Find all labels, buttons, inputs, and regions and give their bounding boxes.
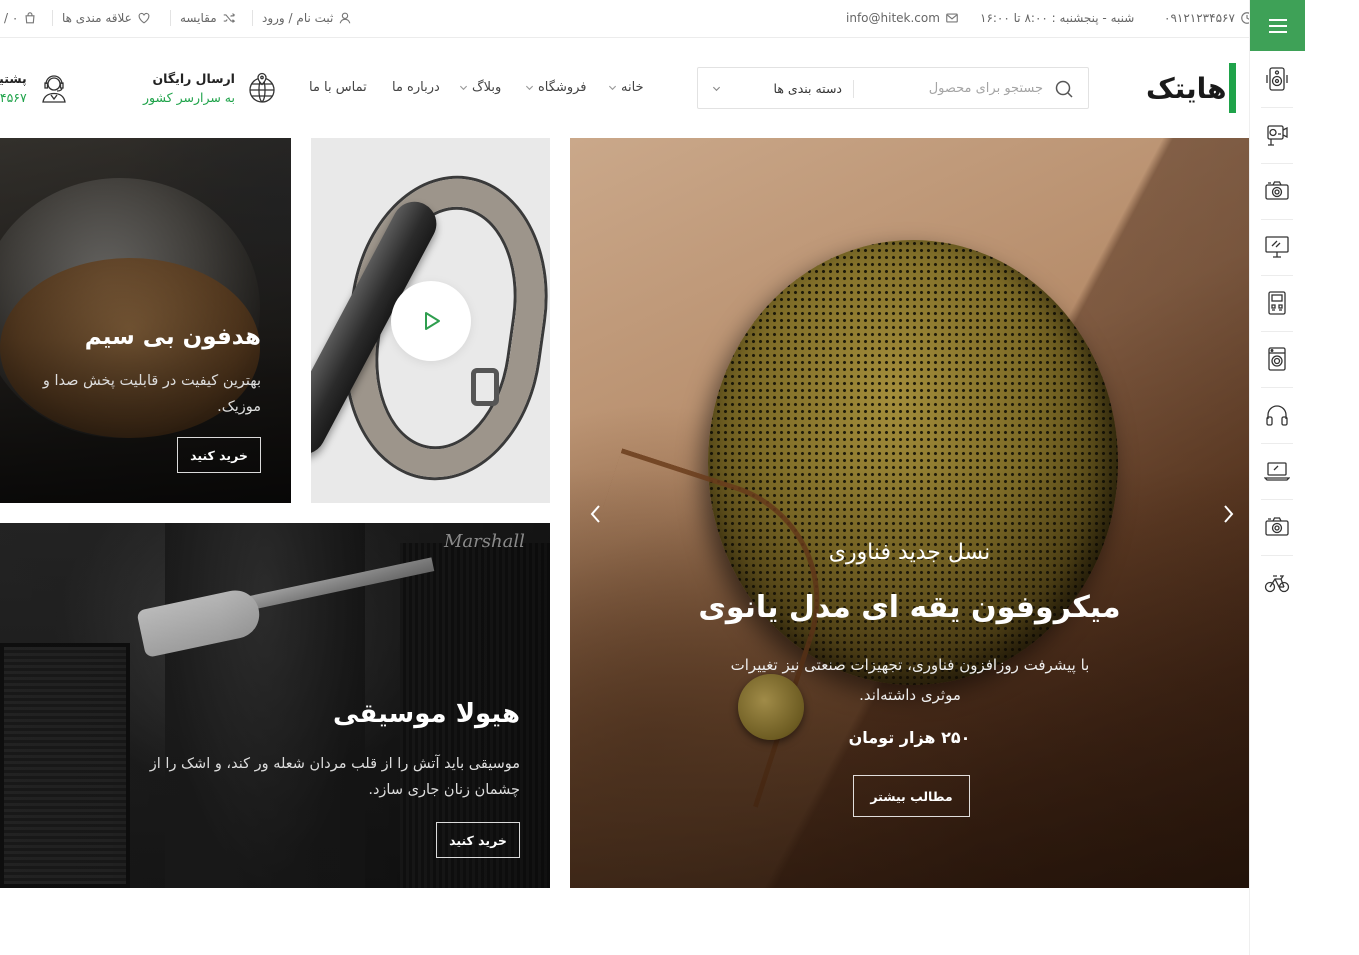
chevron-down-icon xyxy=(712,86,721,91)
banner-title: هیولا موسیقی xyxy=(333,699,520,729)
shopping-bag-icon xyxy=(25,11,35,23)
phone-info: ۰۹۱۲۱۲۳۴۵۶۷ xyxy=(1160,0,1254,35)
wishlist-label: علاقه مندی ها xyxy=(62,10,132,25)
cart-link[interactable]: ۰ / xyxy=(4,0,37,35)
topbar-divider xyxy=(52,10,53,26)
phone-number: ۰۹۱۲۱۲۳۴۵۶۷ xyxy=(1164,10,1235,25)
hero-price: ۲۵۰ هزار تومان xyxy=(848,728,971,747)
support-info: پشتیبانی ۲ ۰۲۱۲۳۴۵۶۷ xyxy=(0,66,71,110)
login-label: ثبت نام / ورود xyxy=(262,10,334,25)
camcorder-icon[interactable] xyxy=(1262,120,1292,150)
mail-icon xyxy=(946,12,958,23)
cart-count: ۰ / xyxy=(4,10,19,25)
login-link[interactable]: ثبت نام / ورود xyxy=(262,0,352,35)
topbar-divider xyxy=(252,10,253,26)
play-video-button[interactable] xyxy=(391,281,471,361)
chevron-down-icon xyxy=(608,85,617,90)
nav-item-shop[interactable]: فروشگاه xyxy=(525,76,587,98)
user-icon xyxy=(340,12,351,23)
top-bar: ۰۹۱۲۱۲۳۴۵۶۷ شنبه - پنجشنبه : ۸:۰۰ تا ۱۶:… xyxy=(0,0,1253,38)
hero-slider[interactable]: نسل جدید فناوری میکروفون یقه ای مدل یانو… xyxy=(570,138,1249,888)
bicycle-icon[interactable] xyxy=(1262,568,1292,598)
category-select[interactable]: دسته بندی ها xyxy=(712,68,842,108)
headphones-icon[interactable] xyxy=(1262,400,1292,430)
banner-description: موسیقی باید آتش را از قلب مردان شعله ور … xyxy=(149,756,520,798)
nav-item-contact[interactable]: تماس با ما xyxy=(309,76,367,98)
chevron-down-icon xyxy=(459,85,468,90)
shop-now-button[interactable]: خرید کنید xyxy=(177,437,261,473)
camera-icon[interactable] xyxy=(1262,512,1292,542)
sidebar-divider xyxy=(1261,387,1293,388)
category-select-label: دسته بندی ها xyxy=(773,80,842,96)
hero-subtitle: نسل جدید فناوری xyxy=(828,540,991,565)
radio-icon[interactable] xyxy=(1262,288,1292,318)
topbar-divider xyxy=(170,10,171,26)
watch-buckle-image xyxy=(471,368,499,406)
camera-icon[interactable] xyxy=(1262,176,1292,206)
search-icon[interactable] xyxy=(1054,79,1074,99)
sidebar-divider xyxy=(1261,443,1293,444)
hero-description: با پیشرفت روزافزون فناوری، تجهیزات صنعتی… xyxy=(730,656,1090,704)
banner-description: بهترین کیفیت در قابلیت پخش صدا و موزیک. xyxy=(42,373,261,415)
speaker-icon[interactable] xyxy=(1262,64,1292,94)
sidebar-divider xyxy=(1261,331,1293,332)
search-divider xyxy=(853,80,854,98)
globe-pin-icon xyxy=(249,72,275,103)
amp-brand-mark: Marshall xyxy=(444,531,525,552)
compare-link[interactable]: مقایسه xyxy=(180,0,236,35)
slider-next-button[interactable] xyxy=(1218,502,1238,526)
support-title: پشتیبانی ۲ xyxy=(0,71,27,86)
shuffle-icon xyxy=(223,12,235,23)
shop-now-button[interactable]: خرید کنید xyxy=(436,822,520,858)
banner-title: هدفون بی سیم xyxy=(84,324,261,350)
nav-item-about[interactable]: درباره ما xyxy=(392,76,440,98)
chevron-left-icon xyxy=(590,505,600,523)
search-input[interactable] xyxy=(853,76,1043,100)
hours-info: شنبه - پنجشنبه : ۸:۰۰ تا ۱۶:۰۰ xyxy=(980,0,1134,35)
washing-machine-icon[interactable] xyxy=(1262,344,1292,374)
nav-item-label: درباره ما xyxy=(392,79,440,95)
play-icon xyxy=(425,312,440,330)
support-phone: ۰۲۱۲۳۴۵۶۷ xyxy=(0,90,27,105)
shipping-subtitle: به سرارسر کشور xyxy=(143,90,235,105)
nav-item-label: تماس با ما xyxy=(309,79,367,95)
hamburger-menu-icon xyxy=(1268,18,1287,33)
nav-item-label: خانه xyxy=(621,79,644,95)
nav-item-home[interactable]: خانه xyxy=(608,76,644,98)
sidebar-divider xyxy=(1261,107,1293,108)
free-shipping-info: ارسال رایگان به سرارسر کشور xyxy=(143,66,279,110)
nav-item-label: فروشگاه xyxy=(538,79,587,95)
support-agent-icon xyxy=(41,75,66,103)
hero-title: میکروفون یقه ای مدل یانوی xyxy=(698,590,1121,625)
smartwatch-video-banner[interactable] xyxy=(311,138,550,503)
logo-text: هایتک xyxy=(1146,71,1228,105)
sidebar-divider xyxy=(1261,163,1293,164)
search-form: دسته بندی ها xyxy=(697,67,1089,109)
nav-item-blog[interactable]: وبلاگ xyxy=(459,76,501,98)
compare-label: مقایسه xyxy=(180,10,217,25)
working-hours: شنبه - پنجشنبه : ۸:۰۰ تا ۱۶:۰۰ xyxy=(980,10,1135,25)
sidebar-divider xyxy=(1261,555,1293,556)
sidebar-divider xyxy=(1261,275,1293,276)
menu-toggle-button[interactable] xyxy=(1250,0,1305,51)
slider-prev-button[interactable] xyxy=(586,502,606,526)
email-address: info@hitek.com xyxy=(846,10,940,25)
sidebar-divider xyxy=(1261,499,1293,500)
logo-accent-bar xyxy=(1228,63,1236,113)
site-logo[interactable]: هایتک xyxy=(1146,63,1236,113)
chevron-right-icon xyxy=(1224,505,1234,523)
email-info[interactable]: info@hitek.com xyxy=(846,0,959,35)
laptop-icon[interactable] xyxy=(1262,456,1292,486)
shipping-title: ارسال رایگان xyxy=(152,71,235,86)
sidebar-divider xyxy=(1261,219,1293,220)
category-sidebar xyxy=(1249,0,1305,955)
chevron-down-icon xyxy=(525,85,534,90)
music-monster-banner[interactable]: Marshall هیولا موسیقی موسیقی باید آتش را… xyxy=(0,523,550,888)
wishlist-link[interactable]: علاقه مندی ها xyxy=(62,0,151,35)
read-more-button[interactable]: مطالب بیشتر xyxy=(853,775,970,817)
heart-icon xyxy=(138,12,150,23)
wireless-headphone-banner[interactable]: هدفون بی سیم بهترین کیفیت در قابلیت پخش … xyxy=(0,138,291,503)
nav-item-label: وبلاگ xyxy=(472,79,502,95)
monitor-icon[interactable] xyxy=(1262,232,1292,262)
